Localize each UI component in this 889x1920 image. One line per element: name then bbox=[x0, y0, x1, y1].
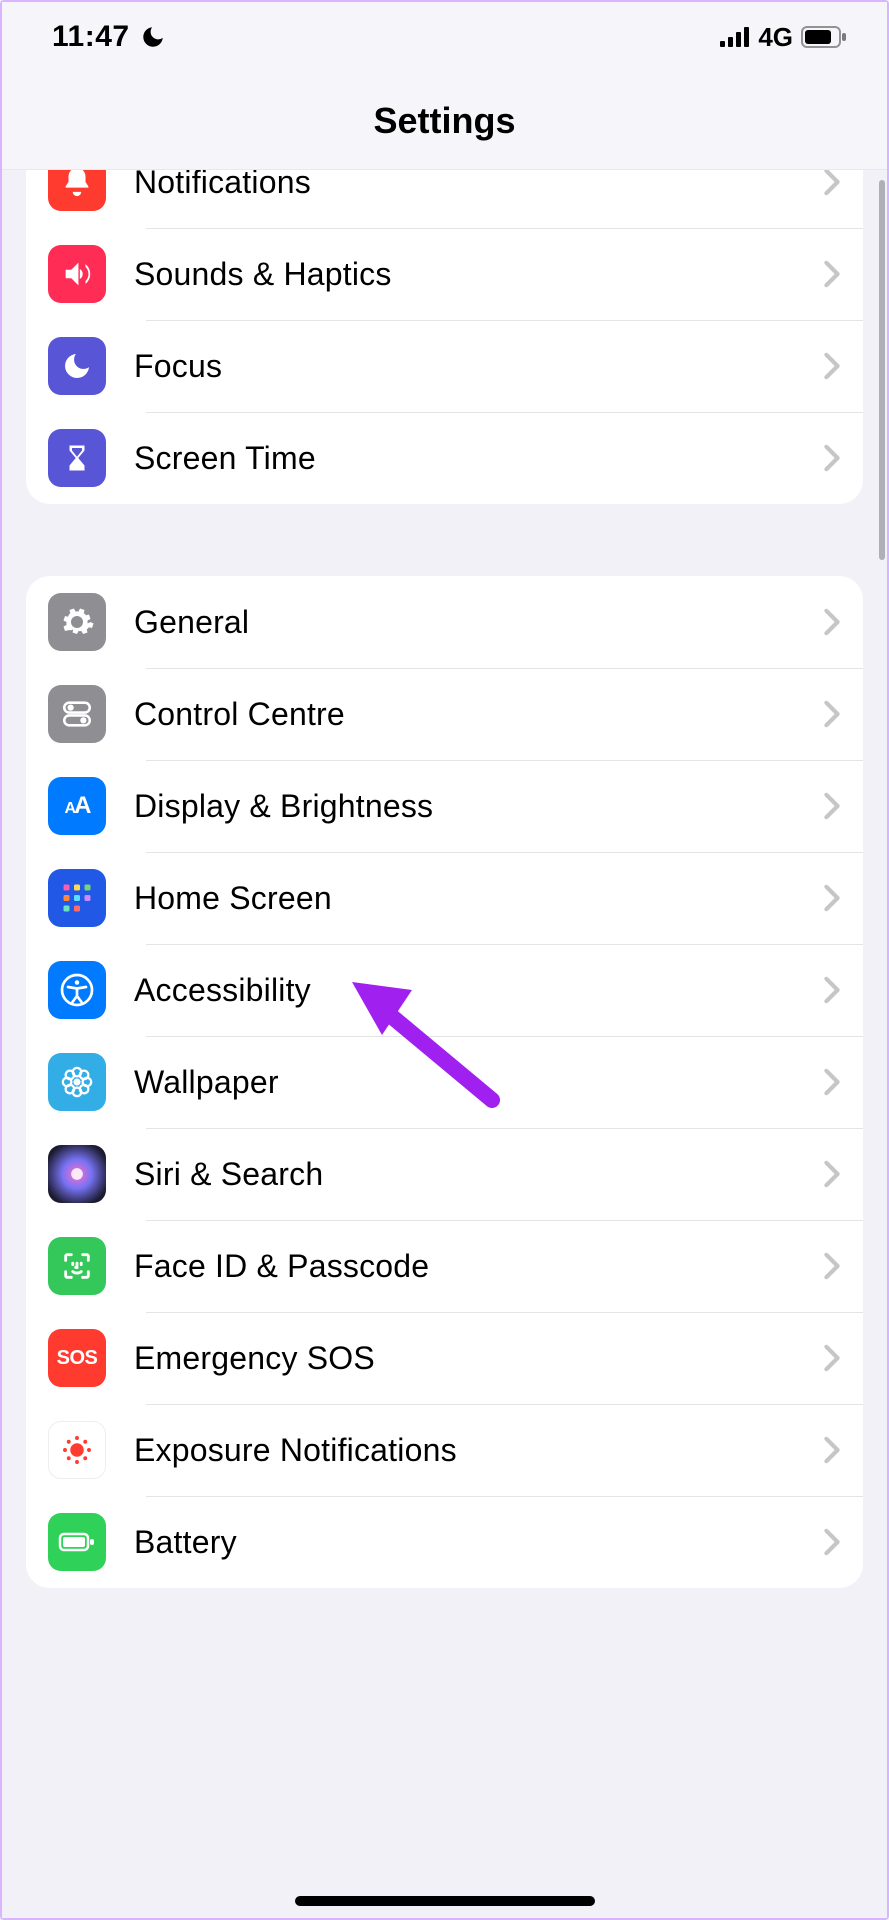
row-label: Siri & Search bbox=[134, 1156, 823, 1193]
row-sounds-haptics[interactable]: Sounds & Haptics bbox=[26, 228, 863, 320]
moon-icon bbox=[48, 337, 106, 395]
row-label: Exposure Notifications bbox=[134, 1432, 823, 1469]
row-wallpaper[interactable]: Wallpaper bbox=[26, 1036, 863, 1128]
exposure-icon bbox=[48, 1421, 106, 1479]
chevron-right-icon bbox=[823, 1528, 841, 1556]
chevron-right-icon bbox=[823, 260, 841, 288]
chevron-right-icon bbox=[823, 352, 841, 380]
row-home-screen[interactable]: Home Screen bbox=[26, 852, 863, 944]
accessibility-icon bbox=[48, 961, 106, 1019]
row-label: Wallpaper bbox=[134, 1064, 823, 1101]
battery-icon bbox=[48, 1513, 106, 1571]
cellular-signal-icon bbox=[720, 27, 750, 47]
row-label: Screen Time bbox=[134, 440, 823, 477]
flower-icon bbox=[48, 1053, 106, 1111]
speaker-icon bbox=[48, 245, 106, 303]
chevron-right-icon bbox=[823, 884, 841, 912]
scroll-indicator bbox=[879, 180, 885, 560]
chevron-right-icon bbox=[823, 1068, 841, 1096]
row-control-centre[interactable]: Control Centre bbox=[26, 668, 863, 760]
faceid-icon bbox=[48, 1237, 106, 1295]
hourglass-icon bbox=[48, 429, 106, 487]
row-display-brightness[interactable]: AA Display & Brightness bbox=[26, 760, 863, 852]
row-notifications[interactable]: Notifications bbox=[26, 170, 863, 228]
row-label: Home Screen bbox=[134, 880, 823, 917]
row-label: Display & Brightness bbox=[134, 788, 823, 825]
row-label: Control Centre bbox=[134, 696, 823, 733]
network-type: 4G bbox=[758, 22, 793, 53]
row-emergency-sos[interactable]: SOS Emergency SOS bbox=[26, 1312, 863, 1404]
row-label: Sounds & Haptics bbox=[134, 256, 823, 293]
status-bar: 11:47 4G bbox=[2, 2, 887, 72]
chevron-right-icon bbox=[823, 444, 841, 472]
row-label: General bbox=[134, 604, 823, 641]
status-right: 4G bbox=[720, 22, 847, 53]
sos-icon: SOS bbox=[48, 1329, 106, 1387]
chevron-right-icon bbox=[823, 1436, 841, 1464]
row-accessibility[interactable]: Accessibility bbox=[26, 944, 863, 1036]
row-siri-search[interactable]: Siri & Search bbox=[26, 1128, 863, 1220]
siri-icon bbox=[48, 1145, 106, 1203]
row-screen-time[interactable]: Screen Time bbox=[26, 412, 863, 504]
row-faceid-passcode[interactable]: Face ID & Passcode bbox=[26, 1220, 863, 1312]
bell-icon bbox=[48, 170, 106, 211]
settings-group-alerts: Notifications Sounds & Haptics Focus bbox=[26, 170, 863, 504]
chevron-right-icon bbox=[823, 976, 841, 1004]
row-label: Focus bbox=[134, 348, 823, 385]
toggles-icon bbox=[48, 685, 106, 743]
chevron-right-icon bbox=[823, 700, 841, 728]
page-title: Settings bbox=[2, 72, 887, 170]
row-label: Battery bbox=[134, 1524, 823, 1561]
row-label: Accessibility bbox=[134, 972, 823, 1009]
status-time: 11:47 bbox=[52, 20, 130, 54]
status-left: 11:47 bbox=[52, 20, 166, 54]
apps-grid-icon bbox=[48, 869, 106, 927]
nav-header: Settings bbox=[2, 72, 887, 170]
moon-icon bbox=[140, 24, 166, 50]
chevron-right-icon bbox=[823, 170, 841, 196]
row-focus[interactable]: Focus bbox=[26, 320, 863, 412]
chevron-right-icon bbox=[823, 1344, 841, 1372]
chevron-right-icon bbox=[823, 1160, 841, 1188]
chevron-right-icon bbox=[823, 792, 841, 820]
row-general[interactable]: General bbox=[26, 576, 863, 668]
gear-icon bbox=[48, 593, 106, 651]
home-indicator bbox=[295, 1896, 595, 1906]
row-label: Face ID & Passcode bbox=[134, 1248, 823, 1285]
row-exposure-notifications[interactable]: Exposure Notifications bbox=[26, 1404, 863, 1496]
chevron-right-icon bbox=[823, 608, 841, 636]
text-size-icon: AA bbox=[48, 777, 106, 835]
chevron-right-icon bbox=[823, 1252, 841, 1280]
row-battery[interactable]: Battery bbox=[26, 1496, 863, 1588]
settings-scroll[interactable]: Notifications Sounds & Haptics Focus bbox=[2, 170, 887, 1918]
row-label: Notifications bbox=[134, 170, 823, 201]
battery-icon bbox=[801, 26, 847, 48]
settings-group-general: General Control Centre AA bbox=[26, 576, 863, 1588]
row-label: Emergency SOS bbox=[134, 1340, 823, 1377]
